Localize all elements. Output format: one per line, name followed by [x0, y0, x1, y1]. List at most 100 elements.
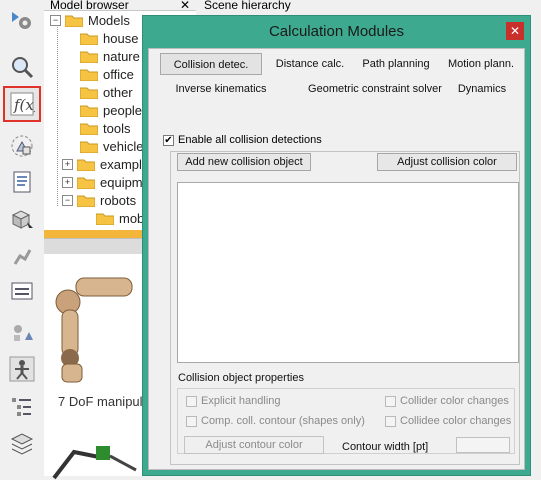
- folder-icon: [79, 104, 99, 117]
- enable-all-label: Enable all collision detections: [178, 134, 322, 146]
- properties-box: Explicit handling Collider color changes…: [177, 388, 515, 454]
- script-icon: [13, 171, 31, 193]
- tree-item-label: people: [103, 102, 143, 118]
- expand-icon[interactable]: +: [62, 176, 73, 188]
- tree-item-other[interactable]: other: [79, 83, 133, 101]
- tree-item-label: robots: [100, 192, 137, 208]
- hierarchy-list-icon: [12, 398, 31, 416]
- tab-collision-detection[interactable]: Collision detec.: [160, 53, 262, 75]
- comp-contour-checkbox[interactable]: [186, 415, 197, 427]
- folder-icon: [64, 14, 84, 27]
- comp-contour-option[interactable]: Comp. coll. contour (shapes only): [186, 415, 365, 427]
- path-button[interactable]: [4, 240, 40, 274]
- zoom-button[interactable]: [4, 50, 40, 84]
- main-toolbar: f(x): [0, 0, 45, 476]
- tree-item-label: tools: [103, 120, 131, 136]
- collision-object-list[interactable]: [177, 182, 519, 363]
- panel-button[interactable]: [4, 274, 40, 308]
- folder-icon: [79, 50, 99, 63]
- tab-motion-planning[interactable]: Motion plann.: [441, 53, 521, 75]
- tab-inverse-kinematics[interactable]: Inverse kinematics: [169, 78, 273, 100]
- enable-all-collision-row[interactable]: ✔ Enable all collision detections: [163, 134, 322, 146]
- tree-item-office[interactable]: office: [79, 65, 134, 83]
- panel-splitter[interactable]: [44, 238, 144, 255]
- close-icon[interactable]: ✕: [180, 0, 190, 10]
- collidee-color-option[interactable]: Collidee color changes: [385, 415, 511, 427]
- properties-title: Collision object properties: [178, 372, 304, 384]
- adjust-contour-color-button[interactable]: Adjust contour color: [184, 436, 324, 454]
- model-preview-area[interactable]: 7 DoF manipulator: [44, 254, 165, 480]
- folder-icon: [76, 176, 96, 189]
- robot-button[interactable]: [4, 352, 40, 386]
- tree-item-label: other: [103, 84, 133, 100]
- enable-all-checkbox[interactable]: ✔: [163, 134, 174, 146]
- collision-group: Add new collision object Adjust collisio…: [170, 151, 520, 465]
- robot-icon: [9, 356, 35, 382]
- folder-icon: [79, 68, 99, 81]
- tree-item-nature[interactable]: nature: [79, 47, 140, 65]
- calculation-modules-dialog: Calculation Modules ✕ Collision detec. D…: [142, 15, 531, 476]
- layers-button[interactable]: [4, 426, 40, 460]
- add-collision-object-button[interactable]: Add new collision object: [177, 153, 311, 171]
- simulation-settings-button[interactable]: [4, 4, 40, 38]
- tree-item-label: nature: [103, 48, 140, 64]
- dynamics-button[interactable]: [4, 316, 40, 350]
- robot-thumbnail: [55, 277, 133, 383]
- scene-hierarchy-header: Scene hierarchy: [196, 0, 541, 12]
- tree-guide-line: [57, 24, 58, 206]
- tab-path-planning[interactable]: Path planning: [354, 53, 438, 75]
- collidee-color-label: Collidee color changes: [400, 415, 512, 427]
- shapes-icon: [11, 135, 33, 157]
- collidee-color-checkbox[interactable]: [385, 415, 396, 427]
- folder-icon: [79, 140, 99, 153]
- tree-item-people[interactable]: people: [79, 101, 143, 119]
- explicit-handling-checkbox[interactable]: [186, 395, 197, 407]
- explicit-handling-label: Explicit handling: [201, 395, 281, 407]
- selected-row-highlight: [44, 230, 144, 238]
- collider-color-option[interactable]: Collider color changes: [385, 395, 509, 407]
- dynamics-icon: [14, 325, 33, 341]
- object-select-icon: [11, 210, 33, 229]
- path-icon: [13, 249, 32, 265]
- contour-width-label: Contour width [pt]: [342, 441, 429, 453]
- tree-item-models[interactable]: − Models: [50, 11, 130, 29]
- robot-thumbnail-partial: [52, 446, 137, 480]
- tab-dynamics[interactable]: Dynamics: [453, 78, 511, 100]
- folder-icon: [79, 122, 99, 135]
- hierarchy-list-button[interactable]: [4, 390, 40, 424]
- adjust-collision-color-button[interactable]: Adjust collision color: [377, 153, 517, 171]
- tree-item-house[interactable]: house: [79, 29, 139, 47]
- expand-icon[interactable]: +: [62, 158, 73, 170]
- script-button[interactable]: [4, 165, 40, 199]
- dialog-body: Collision detec. Distance calc. Path pla…: [148, 48, 525, 470]
- zoom-icon: [12, 57, 34, 79]
- collapse-icon[interactable]: −: [50, 14, 61, 26]
- dialog-title: Calculation Modules: [268, 23, 405, 40]
- tree-item-label: office: [103, 66, 134, 82]
- tree-item-tools[interactable]: tools: [79, 119, 131, 137]
- folder-icon: [95, 212, 115, 225]
- tree-item-vehicles[interactable]: vehicles: [79, 137, 150, 155]
- close-button[interactable]: ✕: [506, 22, 524, 40]
- folder-icon: [79, 86, 99, 99]
- panel-icon: [11, 282, 33, 300]
- shapes-button[interactable]: [4, 129, 40, 163]
- calculation-modules-button[interactable]: f(x): [3, 86, 41, 122]
- tree-item-label: house: [103, 30, 139, 46]
- tab-geometric-constraint-solver[interactable]: Geometric constraint solver: [290, 78, 460, 100]
- svg-text:f(x): f(x): [13, 96, 35, 114]
- tree-item-label: Models: [88, 12, 130, 28]
- collider-color-checkbox[interactable]: [385, 395, 396, 407]
- collider-color-label: Collider color changes: [400, 395, 509, 407]
- calculation-modules-icon: f(x): [10, 92, 35, 116]
- explicit-handling-option[interactable]: Explicit handling: [186, 395, 281, 407]
- object-select-button[interactable]: [4, 202, 40, 236]
- simulation-settings-icon: [12, 12, 31, 29]
- tree-item-robots[interactable]: − robots: [62, 191, 136, 209]
- tab-distance-calculation[interactable]: Distance calc.: [270, 53, 350, 75]
- model-browser-header: Model browser ✕: [44, 0, 196, 11]
- collapse-icon[interactable]: −: [62, 194, 73, 206]
- contour-width-input[interactable]: [456, 437, 510, 453]
- folder-icon: [76, 194, 96, 207]
- close-icon: ✕: [509, 24, 521, 38]
